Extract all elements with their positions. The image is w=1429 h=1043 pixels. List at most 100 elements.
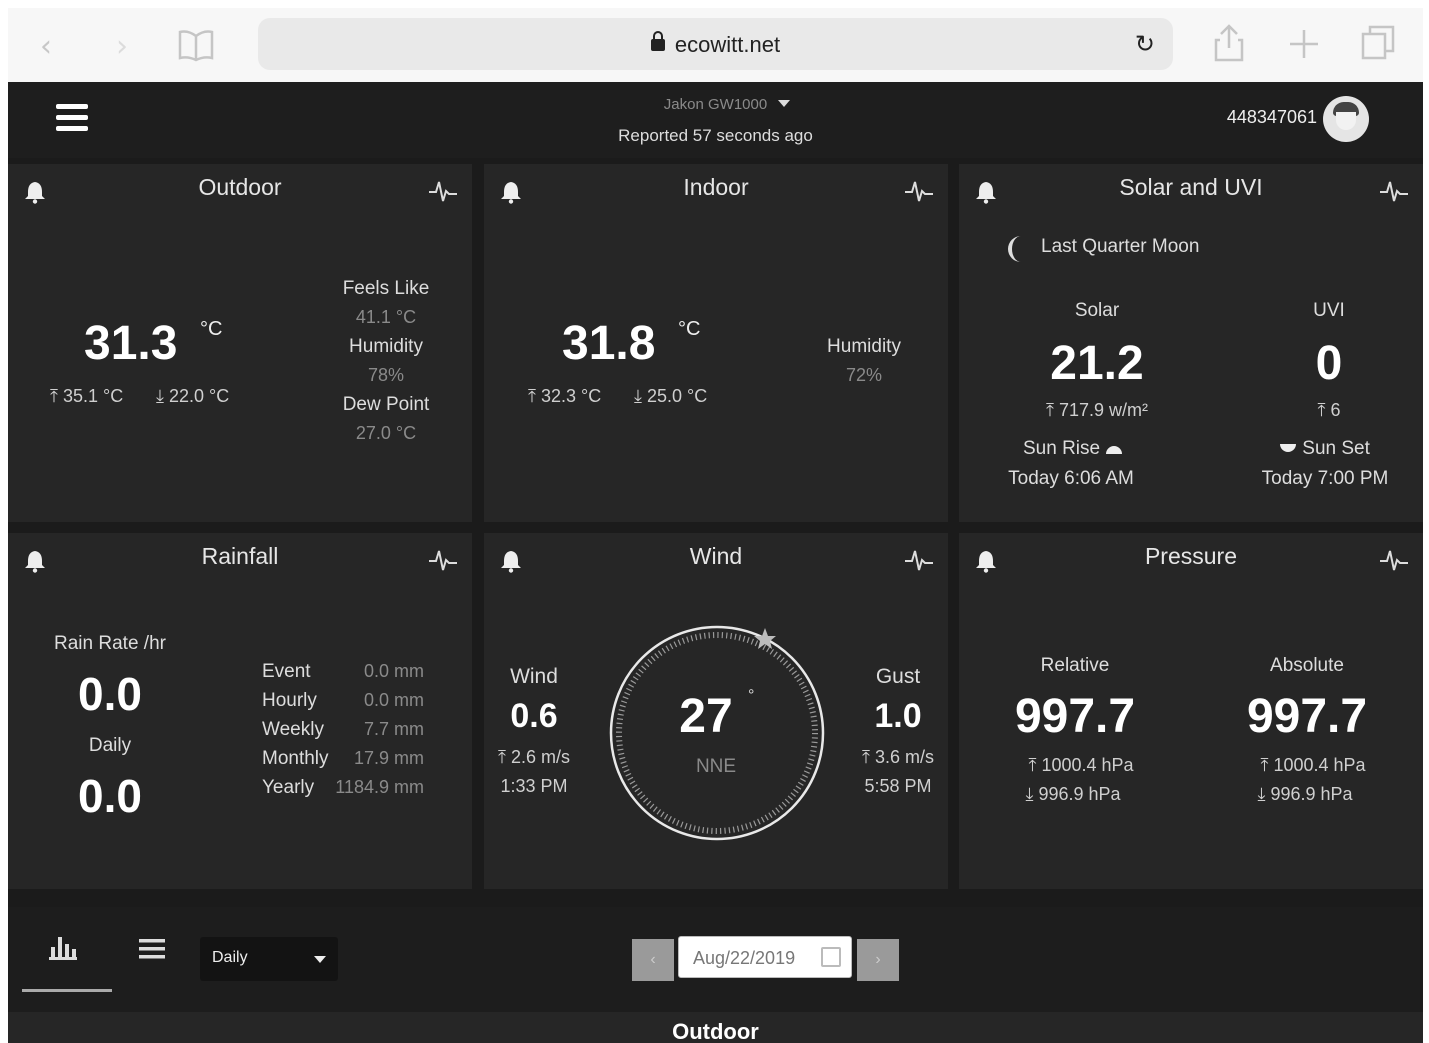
chevron-down-icon[interactable] [778, 100, 790, 107]
relative-value: 997.7 [1014, 690, 1136, 743]
moon-icon [1008, 236, 1021, 262]
rain-row-label: Yearly [262, 777, 315, 798]
feels-like-label: Feels Like [342, 278, 430, 299]
min-arrow-icon: ⤓ [156, 386, 164, 406]
lock-icon [650, 31, 665, 51]
solar-label: Solar [1074, 300, 1120, 321]
uvi-high: 6 [1330, 400, 1341, 420]
uvi-label: UVI [1313, 300, 1345, 321]
chart-pulse-icon[interactable] [904, 178, 934, 204]
device-name[interactable]: Jakon GW1000 [8, 96, 1423, 113]
absolute-value: 997.7 [1246, 690, 1368, 743]
chart-pulse-icon[interactable] [1379, 178, 1409, 204]
wind-speed: 0.6 [510, 697, 558, 735]
wind-card: Wind Wind 0.6 ⤒ 2.6 m/s 1:33 PM 27 ° NNE… [484, 533, 948, 889]
previous-date-button[interactable]: ‹ [632, 939, 674, 981]
outdoor-temperature: 31.3 [84, 317, 178, 370]
next-date-button[interactable]: › [857, 939, 899, 981]
pressure-card: Pressure Relative 997.7 ⤒ 1000.4 hPa ⤓ 9… [959, 533, 1423, 889]
indoor-low: 25.0 °C [646, 386, 708, 406]
relative-label: Relative [1040, 655, 1110, 676]
absolute-label: Absolute [1270, 655, 1344, 676]
app-header: Jakon GW1000 Reported 57 seconds ago 448… [8, 82, 1423, 158]
chart-toolbar: Daily ‹ Aug/22/2019 › [8, 907, 1423, 1012]
back-button[interactable]: ‹ [40, 32, 52, 62]
chart-pulse-icon[interactable] [428, 178, 458, 204]
user-id[interactable]: 448347061 [1227, 107, 1317, 128]
share-icon[interactable] [1212, 22, 1246, 64]
card-title: Pressure [1144, 543, 1238, 569]
reload-icon[interactable]: ↻ [1135, 30, 1155, 58]
relative-high: 1000.4 hPa [1041, 755, 1134, 775]
min-arrow-icon: ⤓ [1025, 784, 1034, 804]
rain-row-label: Monthly [262, 748, 329, 769]
dew-point-label: Dew Point [342, 394, 430, 415]
card-title: Indoor [683, 174, 749, 200]
temperature-unit: °C [678, 318, 701, 340]
card-title: Outdoor [198, 174, 282, 200]
wind-time: 1:33 PM [500, 776, 568, 796]
chart-pulse-icon[interactable] [904, 547, 934, 573]
humidity-label: Humidity [827, 336, 901, 357]
degree-symbol: ° [748, 687, 755, 704]
min-arrow-icon: ⤓ [634, 386, 642, 406]
outdoor-low: 22.0 °C [168, 386, 230, 406]
moon-phase: Last Quarter Moon [1041, 236, 1200, 257]
rain-row-value: 0.0 mm [363, 661, 424, 681]
outdoor-card: Outdoor 31.3 °C ⤒ 35.1 °C ⤓ 22.0 °C Feel… [8, 164, 472, 522]
min-arrow-icon: ⤓ [1257, 784, 1266, 804]
chart-view-icon[interactable] [48, 935, 78, 963]
dew-point-value: 27.0 °C [355, 423, 417, 443]
max-arrow-icon: ⤒ [1028, 755, 1037, 775]
wind-label: Wind [510, 665, 558, 688]
indoor-card: Indoor 31.8 °C ⤒ 32.3 °C ⤓ 25.0 °C Humid… [484, 164, 948, 522]
daily-value: 0.0 [78, 770, 142, 822]
date-input[interactable]: Aug/22/2019 [678, 936, 852, 978]
absolute-high: 1000.4 hPa [1273, 755, 1366, 775]
temperature-unit: °C [200, 318, 223, 340]
section-title: Outdoor [672, 1019, 759, 1043]
solar-high: 717.9 w/m² [1058, 400, 1149, 420]
rain-row-label: Hourly [262, 690, 317, 711]
feels-like-value: 41.1 °C [355, 307, 417, 327]
max-arrow-icon: ⤒ [497, 747, 506, 767]
max-arrow-icon: ⤒ [50, 386, 58, 406]
period-select[interactable]: Daily [200, 937, 338, 981]
max-arrow-icon: ⤒ [528, 386, 536, 406]
gust-time: 5:58 PM [864, 776, 932, 796]
rain-row-value: 0.0 mm [363, 690, 424, 710]
list-view-icon[interactable] [138, 937, 166, 961]
outdoor-high: 35.1 °C [62, 386, 124, 406]
chart-pulse-icon[interactable] [428, 547, 458, 573]
humidity-label: Humidity [349, 336, 423, 357]
ecowitt-dashboard: Jakon GW1000 Reported 57 seconds ago 448… [8, 82, 1423, 1043]
wind-high: 2.6 m/s [510, 747, 571, 767]
wind-direction-label: NNE [695, 756, 737, 777]
humidity-value: 78% [367, 365, 405, 385]
sunrise-label: Sun Rise [1023, 438, 1101, 459]
avatar[interactable] [1323, 96, 1369, 142]
rain-rate-value: 0.0 [78, 668, 142, 720]
rainfall-card: Rainfall Rain Rate /hr 0.0 Daily 0.0 Eve… [8, 533, 472, 889]
sunset-icon [1280, 444, 1296, 452]
bookmarks-icon[interactable] [176, 28, 216, 62]
sunset-label: Sun Set [1302, 438, 1370, 459]
new-tab-icon[interactable] [1288, 28, 1320, 60]
wind-direction-degrees: 27 [679, 690, 733, 743]
tabs-icon[interactable] [1360, 24, 1396, 62]
rain-rate-label: Rain Rate /hr [54, 633, 166, 654]
rain-row-value: 17.9 mm [353, 748, 424, 768]
indoor-temperature: 31.8 [562, 317, 656, 370]
reported-status: Reported 57 seconds ago [618, 126, 813, 145]
gust-speed: 1.0 [874, 697, 922, 735]
active-tab-indicator [22, 989, 112, 992]
max-arrow-icon: ⤒ [1045, 400, 1054, 420]
address-bar[interactable]: ecowitt.net ↻ [258, 18, 1173, 70]
card-title: Rainfall [201, 543, 279, 569]
forward-button[interactable]: › [116, 32, 128, 62]
chart-pulse-icon[interactable] [1379, 547, 1409, 573]
url-text: ecowitt.net [674, 32, 781, 57]
calendar-icon[interactable] [821, 947, 841, 967]
chart-section-header: Outdoor [8, 1012, 1423, 1043]
gust-label: Gust [875, 665, 921, 688]
